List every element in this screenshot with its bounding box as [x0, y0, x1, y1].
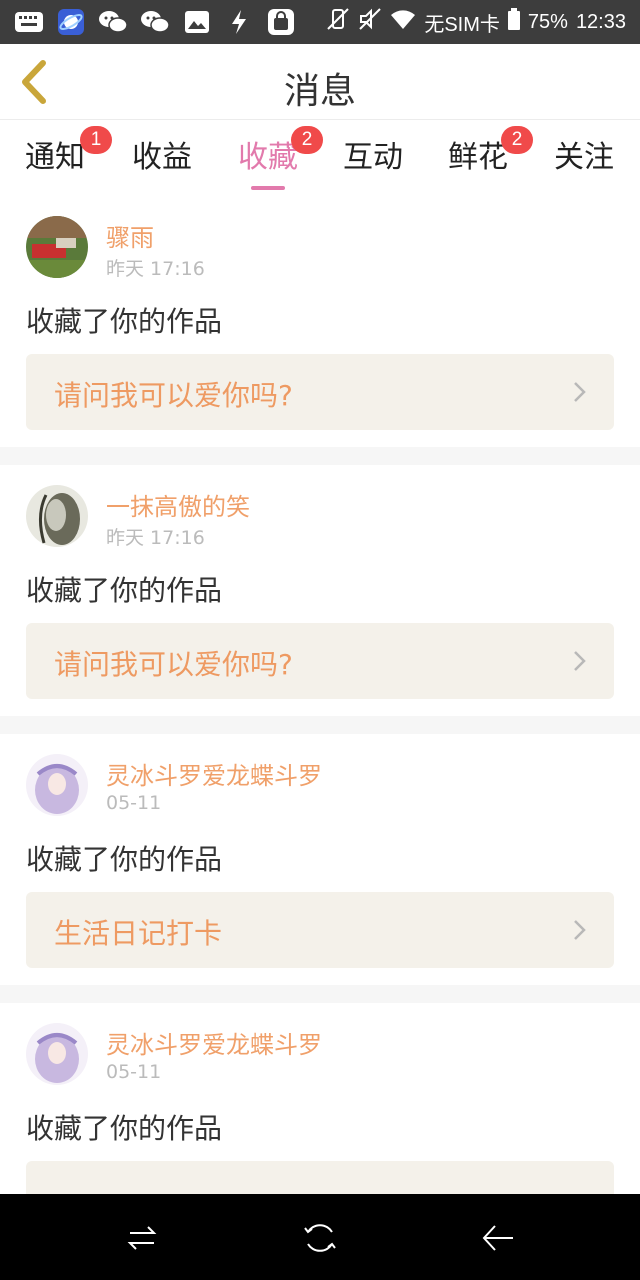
- work-title: 请问我可以爱你吗?: [54, 648, 293, 681]
- page-title: 消息: [283, 71, 356, 112]
- list-item: 灵冰斗罗爱龙蝶斗罗 05-11 收藏了你的作品: [0, 1003, 640, 1196]
- keyboard-icon: [14, 9, 44, 35]
- clock: 12:33: [575, 10, 626, 33]
- image-icon: [182, 9, 212, 35]
- timestamp: 昨天 17:16: [106, 258, 205, 280]
- battery-level: 75%: [527, 10, 568, 33]
- wechat-icon: [140, 9, 170, 35]
- chevron-right-icon: [574, 651, 586, 671]
- action-text: 收藏了你的作品: [26, 1112, 223, 1145]
- tab-label: 收藏: [238, 140, 298, 175]
- user-name[interactable]: 骤雨: [106, 218, 154, 253]
- tab-notice[interactable]: 通知 1: [0, 126, 112, 176]
- tab-label: 收益: [132, 140, 192, 175]
- tab-label: 关注: [554, 140, 614, 175]
- work-link[interactable]: [26, 1161, 614, 1196]
- mute-icon: [358, 7, 382, 37]
- work-link[interactable]: 请问我可以爱你吗?: [26, 354, 614, 430]
- tab-favorites[interactable]: 收藏 2: [213, 126, 323, 190]
- tab-label: 互动: [343, 140, 403, 175]
- status-bar: 无SIM卡 75% 12:33: [0, 0, 640, 44]
- user-name[interactable]: 一抹高傲的笑: [106, 487, 250, 522]
- work-link[interactable]: 生活日记打卡: [26, 892, 614, 968]
- work-title: 请问我可以爱你吗?: [54, 379, 293, 412]
- message-list[interactable]: 骤雨 昨天 17:16 收藏了你的作品 请问我可以爱你吗? 一抹高傲的笑 昨天 …: [0, 196, 640, 1196]
- app-header: 消息: [0, 44, 640, 120]
- timestamp: 昨天 17:16: [106, 527, 205, 549]
- home-icon[interactable]: [298, 1216, 342, 1260]
- timestamp: 05-11: [106, 1061, 162, 1083]
- status-icons-right: 无SIM卡 75% 12:33: [326, 0, 626, 44]
- user-name[interactable]: 灵冰斗罗爱龙蝶斗罗: [106, 1025, 322, 1060]
- work-link[interactable]: 请问我可以爱你吗?: [26, 623, 614, 699]
- tab-flowers[interactable]: 鲜花 2: [423, 126, 533, 176]
- browser-icon: [56, 9, 86, 35]
- tab-label: 通知: [25, 140, 85, 175]
- vibrate-off-icon: [326, 7, 350, 37]
- back-nav-icon[interactable]: [476, 1216, 520, 1260]
- battery-icon: [507, 8, 520, 36]
- sim-status: 无SIM卡: [424, 13, 500, 36]
- wifi-icon: [390, 8, 416, 36]
- user-name[interactable]: 灵冰斗罗爱龙蝶斗罗: [106, 756, 322, 791]
- bag-icon: [266, 9, 296, 35]
- list-item: 骤雨 昨天 17:16 收藏了你的作品 请问我可以爱你吗?: [0, 196, 640, 447]
- status-icons-left: [14, 6, 296, 38]
- list-item: 一抹高傲的笑 昨天 17:16 收藏了你的作品 请问我可以爱你吗?: [0, 465, 640, 716]
- chevron-right-icon: [574, 382, 586, 402]
- recent-apps-icon[interactable]: [120, 1216, 164, 1260]
- flash-icon: [224, 9, 254, 35]
- work-title: 生活日记打卡: [54, 917, 223, 950]
- chevron-right-icon: [574, 920, 586, 940]
- action-text: 收藏了你的作品: [26, 843, 223, 876]
- tab-label: 鲜花: [448, 140, 508, 175]
- action-text: 收藏了你的作品: [26, 574, 223, 607]
- tab-bar: 通知 1 收益 收藏 2 互动 鲜花 2 关注: [0, 120, 640, 196]
- tab-follow[interactable]: 关注: [529, 132, 639, 176]
- avatar[interactable]: [26, 754, 88, 816]
- system-nav-bar: [0, 1194, 640, 1280]
- avatar[interactable]: [26, 1023, 88, 1085]
- tab-interaction[interactable]: 互动: [318, 132, 428, 176]
- action-text: 收藏了你的作品: [26, 305, 223, 338]
- avatar[interactable]: [26, 216, 88, 278]
- timestamp: 05-11: [106, 792, 162, 814]
- avatar[interactable]: [26, 485, 88, 547]
- active-tab-indicator: [251, 186, 285, 190]
- wechat-icon: [98, 9, 128, 35]
- list-item: 灵冰斗罗爱龙蝶斗罗 05-11 收藏了你的作品 生活日记打卡: [0, 734, 640, 985]
- tab-earnings[interactable]: 收益: [107, 132, 217, 176]
